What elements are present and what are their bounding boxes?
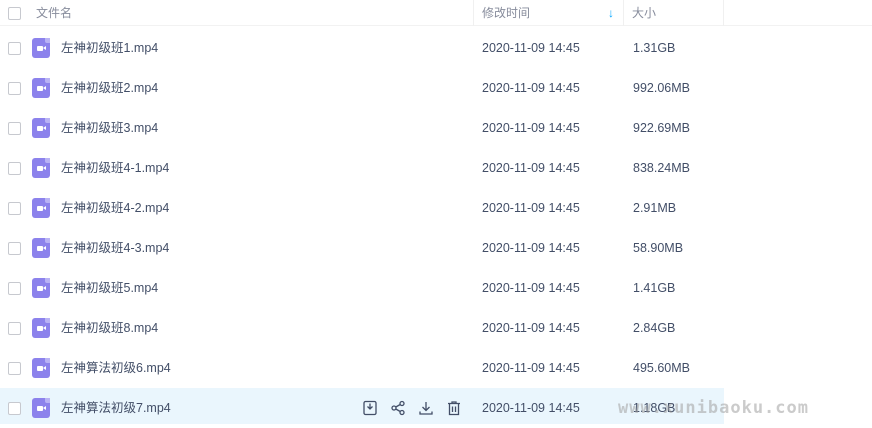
row-checkbox[interactable] <box>8 162 21 175</box>
save-icon[interactable] <box>361 399 379 417</box>
watermark-text: www.xunibaoku.com <box>618 398 809 418</box>
video-file-icon <box>32 398 50 418</box>
column-divider <box>623 0 624 26</box>
file-name-link[interactable]: 左神初级班4-2.mp4 <box>61 188 169 228</box>
file-name-link[interactable]: 左神初级班4-3.mp4 <box>61 228 169 268</box>
file-modified-time: 2020-11-09 14:45 <box>482 161 580 175</box>
file-modified-time: 2020-11-09 14:45 <box>482 81 580 95</box>
file-size: 992.06MB <box>633 81 690 95</box>
file-list-header: 文件名 修改时间 ↓ 大小 <box>0 0 872 26</box>
video-file-icon <box>32 78 50 98</box>
file-modified-time: 2020-11-09 14:45 <box>482 281 580 295</box>
file-row[interactable]: 左神初级班3.mp4 2020-11-09 14:45 922.69MB <box>0 108 872 148</box>
file-row[interactable]: 左神初级班4-2.mp4 2020-11-09 14:45 2.91MB <box>0 188 872 228</box>
file-size: 2.91MB <box>633 201 677 215</box>
file-name-link[interactable]: 左神算法初级6.mp4 <box>61 348 171 388</box>
file-size: 838.24MB <box>633 161 690 175</box>
delete-icon[interactable] <box>445 399 463 417</box>
file-size: 922.69MB <box>633 121 690 135</box>
row-checkbox[interactable] <box>8 202 21 215</box>
file-row[interactable]: 左神初级班4-3.mp4 2020-11-09 14:45 58.90MB <box>0 228 872 268</box>
file-size: 495.60MB <box>633 361 690 375</box>
file-modified-time: 2020-11-09 14:45 <box>482 321 580 335</box>
column-header-name[interactable]: 文件名 <box>36 0 72 26</box>
row-checkbox[interactable] <box>8 242 21 255</box>
video-file-icon <box>32 238 50 258</box>
file-size: 58.90MB <box>633 241 684 255</box>
column-header-size[interactable]: 大小 <box>632 0 656 26</box>
row-checkbox[interactable] <box>8 282 21 295</box>
file-size: 1.31GB <box>633 41 676 55</box>
file-size: 1.41GB <box>633 281 676 295</box>
file-modified-time: 2020-11-09 14:45 <box>482 241 580 255</box>
row-checkbox[interactable] <box>8 122 21 135</box>
column-header-modified[interactable]: 修改时间 <box>482 0 530 26</box>
row-checkbox[interactable] <box>8 42 21 55</box>
video-file-icon <box>32 38 50 58</box>
row-checkbox[interactable] <box>8 402 21 415</box>
video-file-icon <box>32 358 50 378</box>
file-name-link[interactable]: 左神初级班5.mp4 <box>61 268 158 308</box>
file-row[interactable]: 左神初级班1.mp4 2020-11-09 14:45 1.31GB <box>0 28 872 68</box>
file-name-link[interactable]: 左神初级班4-1.mp4 <box>61 148 169 188</box>
share-icon[interactable] <box>389 399 407 417</box>
file-row[interactable]: 左神算法初级6.mp4 2020-11-09 14:45 495.60MB <box>0 348 872 388</box>
file-name-link[interactable]: 左神初级班8.mp4 <box>61 308 158 348</box>
file-name-link[interactable]: 左神初级班1.mp4 <box>61 28 158 68</box>
video-file-icon <box>32 158 50 178</box>
row-checkbox[interactable] <box>8 362 21 375</box>
video-file-icon <box>32 118 50 138</box>
file-name-link[interactable]: 左神算法初级7.mp4 <box>61 388 171 428</box>
file-modified-time: 2020-11-09 14:45 <box>482 121 580 135</box>
file-modified-time: 2020-11-09 14:45 <box>482 41 580 55</box>
file-size: 2.84GB <box>633 321 676 335</box>
row-checkbox[interactable] <box>8 322 21 335</box>
file-row[interactable]: 左神初级班4-1.mp4 2020-11-09 14:45 838.24MB <box>0 148 872 188</box>
video-file-icon <box>32 198 50 218</box>
file-modified-time: 2020-11-09 14:45 <box>482 201 580 215</box>
row-checkbox[interactable] <box>8 82 21 95</box>
file-row[interactable]: 左神初级班8.mp4 2020-11-09 14:45 2.84GB <box>0 308 872 348</box>
video-file-icon <box>32 278 50 298</box>
download-icon[interactable] <box>417 399 435 417</box>
file-modified-time: 2020-11-09 14:45 <box>482 401 580 415</box>
column-divider <box>473 0 474 26</box>
select-all-checkbox[interactable] <box>8 7 21 20</box>
file-modified-time: 2020-11-09 14:45 <box>482 361 580 375</box>
file-row-hovered[interactable]: 左神算法初级7.mp4 2020-11-09 14:45 1.18GB <box>0 388 724 424</box>
file-name-link[interactable]: 左神初级班3.mp4 <box>61 108 158 148</box>
sort-desc-icon[interactable]: ↓ <box>608 0 614 26</box>
file-row[interactable]: 左神初级班2.mp4 2020-11-09 14:45 992.06MB <box>0 68 872 108</box>
file-name-link[interactable]: 左神初级班2.mp4 <box>61 68 158 108</box>
video-file-icon <box>32 318 50 338</box>
file-row[interactable]: 左神初级班5.mp4 2020-11-09 14:45 1.41GB <box>0 268 872 308</box>
column-divider <box>723 0 724 26</box>
